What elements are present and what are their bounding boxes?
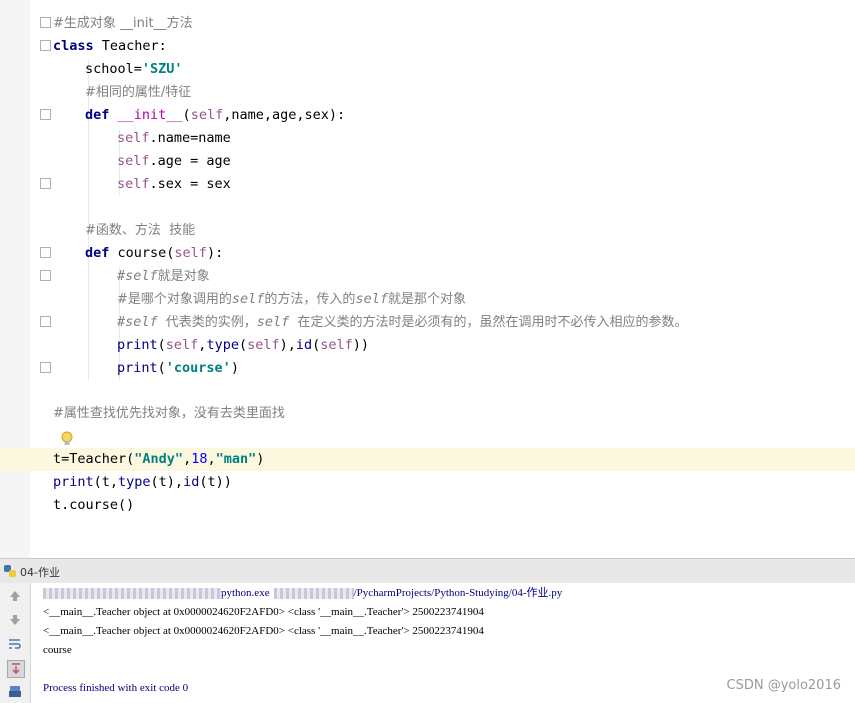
line-gutter	[0, 0, 30, 558]
code-line: t=Teacher("Andy",18,"man")	[53, 451, 265, 467]
scroll-to-end-icon[interactable]	[7, 660, 25, 678]
arrow-down-icon[interactable]	[7, 612, 23, 628]
code-line: #相同的属性/特征	[85, 85, 192, 100]
fold-marker-icon[interactable]	[40, 270, 51, 281]
code-line: self.age = age	[117, 153, 231, 169]
run-toolbar	[0, 583, 31, 703]
code-line: school='SZU'	[85, 61, 183, 77]
code-line: #属性查找优先找对象，没有去类里面找	[53, 406, 285, 421]
redacted-path	[43, 587, 221, 599]
console-output-line: course	[43, 644, 72, 656]
fold-marker-icon[interactable]	[40, 17, 51, 28]
code-line: print(self,type(self),id(self))	[117, 337, 370, 353]
soft-wrap-icon[interactable]	[7, 636, 23, 652]
code-line: self.name=name	[117, 130, 231, 146]
code-line: #self就是对象	[117, 268, 210, 284]
code-line: t.course()	[53, 497, 135, 513]
process-finished-line: Process finished with exit code 0	[43, 682, 189, 694]
redacted-path	[273, 587, 354, 599]
code-line: class Teacher:	[53, 38, 167, 54]
fold-marker-icon[interactable]	[40, 316, 51, 327]
code-line: #生成对象 __init__方法	[53, 16, 193, 31]
code-line: print('course')	[117, 360, 239, 376]
code-line: #函数、方法 技能	[85, 223, 196, 238]
code-line: #是哪个对象调用的self的方法，传入的self就是那个对象	[117, 291, 466, 307]
code-line: def course(self):	[85, 245, 224, 261]
fold-marker-icon[interactable]	[40, 40, 51, 51]
fold-marker-icon[interactable]	[40, 109, 51, 120]
run-panel-header[interactable]: 04-作业	[0, 558, 855, 583]
lightbulb-icon[interactable]	[60, 431, 74, 447]
fold-marker-icon[interactable]	[40, 362, 51, 373]
code-line: #self 代表类的实例，self 在定义类的方法时是必须有的，虽然在调用时不必…	[117, 314, 688, 330]
run-tab-title[interactable]: 04-作业	[20, 564, 60, 580]
watermark: CSDN @yolo2016	[726, 678, 842, 693]
console-output-line: <__main__.Teacher object at 0x0000024620…	[43, 625, 484, 637]
console-output-line: <__main__.Teacher object at 0x0000024620…	[43, 606, 484, 618]
fold-marker-icon[interactable]	[40, 247, 51, 258]
code-line: self.sex = sex	[117, 176, 231, 192]
code-line: def __init__(self,name,age,sex):	[85, 107, 346, 123]
fold-marker-icon[interactable]	[40, 178, 51, 189]
arrow-up-icon[interactable]	[7, 588, 23, 604]
console-command-line: python.exe/PycharmProjects/Python-Studyi…	[43, 584, 562, 603]
print-icon[interactable]	[7, 684, 23, 700]
code-line: print(t,type(t),id(t))	[53, 474, 232, 490]
python-icon	[4, 565, 16, 577]
code-editor[interactable]: #生成对象 __init__方法 class Teacher: school='…	[0, 0, 855, 558]
